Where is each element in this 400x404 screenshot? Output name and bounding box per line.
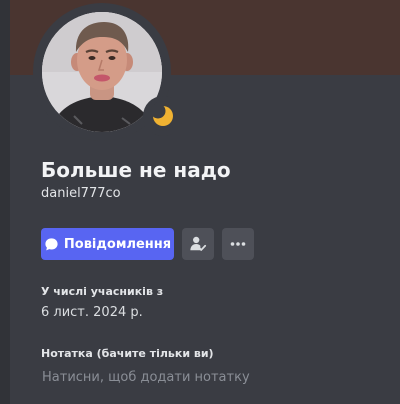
background-strip xyxy=(0,0,10,404)
avatar-container[interactable] xyxy=(33,3,183,141)
member-since-date: 6 лист. 2024 р. xyxy=(41,305,143,320)
profile-popout: Больше не надо daniel777co Повідомлення … xyxy=(0,0,400,404)
chat-bubble-icon xyxy=(45,237,58,250)
more-dots-icon xyxy=(230,242,246,246)
username[interactable]: daniel777co xyxy=(41,186,121,201)
message-button[interactable]: Повідомлення xyxy=(41,228,174,260)
status-idle xyxy=(148,101,178,131)
note-label: Нотатка (бачите тільки ви) xyxy=(41,347,214,360)
member-since-label: У числі учасників з xyxy=(41,285,164,298)
friend-request-button[interactable] xyxy=(182,228,214,260)
moon-icon xyxy=(151,104,173,126)
friend-request-pending-icon xyxy=(190,236,207,251)
status-indicator xyxy=(143,96,183,136)
note-input[interactable] xyxy=(37,364,377,390)
display-name: Больше не надо xyxy=(41,158,231,182)
more-options-button[interactable] xyxy=(222,228,254,260)
profile-card: Больше не надо daniel777co Повідомлення … xyxy=(10,0,400,404)
message-button-label: Повідомлення xyxy=(63,236,172,252)
